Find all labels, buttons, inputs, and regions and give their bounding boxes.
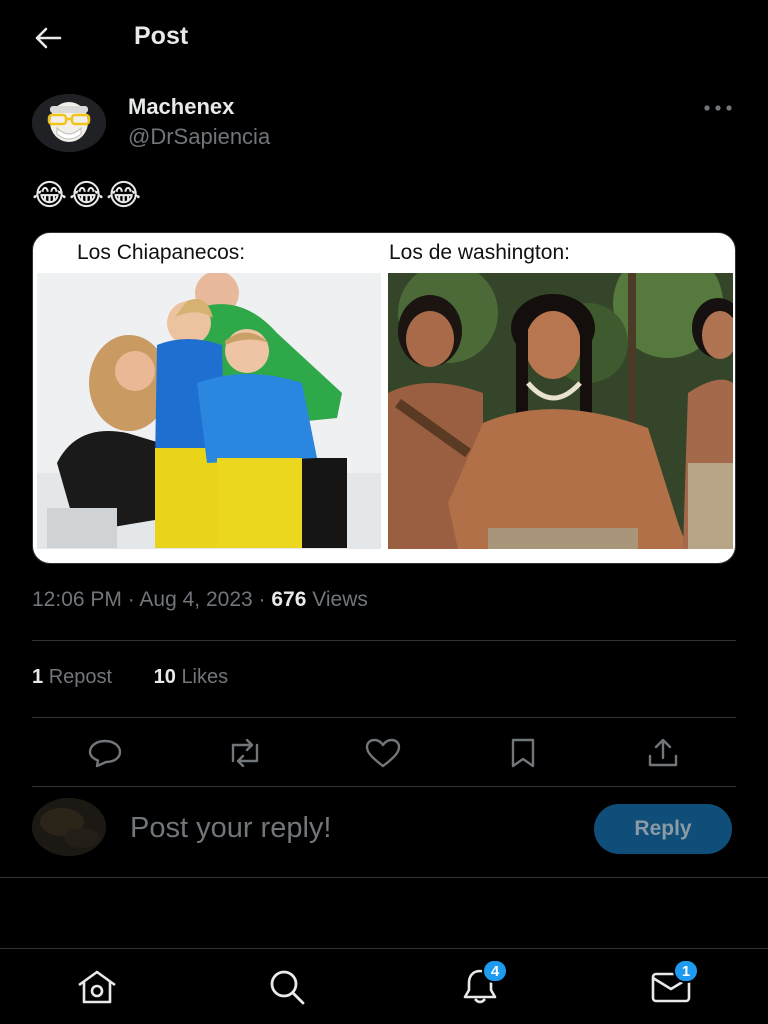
bottom-navigation: 4 1 xyxy=(0,948,768,1024)
reply-button[interactable]: Reply xyxy=(594,804,732,854)
notifications-badge: 4 xyxy=(482,959,508,983)
page-title: Post xyxy=(134,22,189,50)
views-label: Views xyxy=(312,588,368,611)
nav-home[interactable] xyxy=(73,965,121,1009)
views-count: 676 xyxy=(271,588,307,611)
current-user-avatar[interactable] xyxy=(32,798,106,856)
author-handle[interactable]: @DrSapiencia xyxy=(128,124,270,150)
author-avatar[interactable] xyxy=(32,94,106,152)
likes-label: Likes xyxy=(181,666,229,688)
back-arrow-icon xyxy=(35,27,62,49)
post-author: Machenex @DrSapiencia xyxy=(32,94,736,154)
divider xyxy=(32,786,736,787)
reply-input[interactable] xyxy=(130,808,570,848)
bookmark-icon xyxy=(511,738,535,768)
reply-icon xyxy=(88,739,122,768)
reply-composer: Reply xyxy=(32,796,736,860)
messages-badge: 1 xyxy=(673,959,699,983)
post-date: Aug 4, 2023 xyxy=(139,588,253,611)
repost-action-button[interactable] xyxy=(220,728,270,778)
reply-action-button[interactable] xyxy=(80,728,130,778)
post-media[interactable]: Los Chiapanecos: Los de washington: xyxy=(32,232,736,564)
share-action-button[interactable] xyxy=(638,728,688,778)
post-meta: 12:06 PM · Aug 4, 2023 · 676 Views xyxy=(32,588,368,612)
reposts-count: 1 xyxy=(32,666,44,688)
avatar-image xyxy=(32,94,106,152)
post-text: 😂😂😂 xyxy=(32,179,144,212)
search-icon xyxy=(270,970,305,1005)
share-icon xyxy=(648,738,678,767)
nav-search[interactable] xyxy=(263,965,311,1009)
reposts-label: Repost xyxy=(48,666,113,688)
post-time: 12:06 PM xyxy=(32,588,122,611)
home-icon xyxy=(78,970,116,1004)
warriors-photo xyxy=(388,273,733,549)
top-bar: Post xyxy=(0,0,768,74)
likes-stat[interactable]: 10 Likes xyxy=(154,666,229,689)
divider xyxy=(32,717,736,718)
like-action-button[interactable] xyxy=(358,728,408,778)
more-icon xyxy=(704,105,732,111)
nav-notifications[interactable]: 4 xyxy=(456,959,508,1009)
post-stats: 1 Repost 10 Likes xyxy=(32,666,264,689)
divider xyxy=(0,877,768,878)
meta-separator: · xyxy=(127,588,140,611)
family-photo xyxy=(37,273,381,549)
back-button[interactable] xyxy=(30,20,66,56)
nav-messages[interactable]: 1 xyxy=(647,959,699,1009)
like-icon xyxy=(365,738,401,768)
divider xyxy=(32,640,736,641)
repost-icon xyxy=(231,739,259,767)
likes-count: 10 xyxy=(153,666,176,688)
post-actions xyxy=(32,728,736,778)
more-options-button[interactable] xyxy=(700,98,736,118)
media-caption-right: Los de washington: xyxy=(389,233,570,273)
bookmark-action-button[interactable] xyxy=(498,728,548,778)
meta-separator: · xyxy=(258,588,272,611)
media-caption-left: Los Chiapanecos: xyxy=(77,233,246,273)
author-display-name[interactable]: Machenex xyxy=(128,94,234,120)
reposts-stat[interactable]: 1 Repost xyxy=(32,666,112,689)
